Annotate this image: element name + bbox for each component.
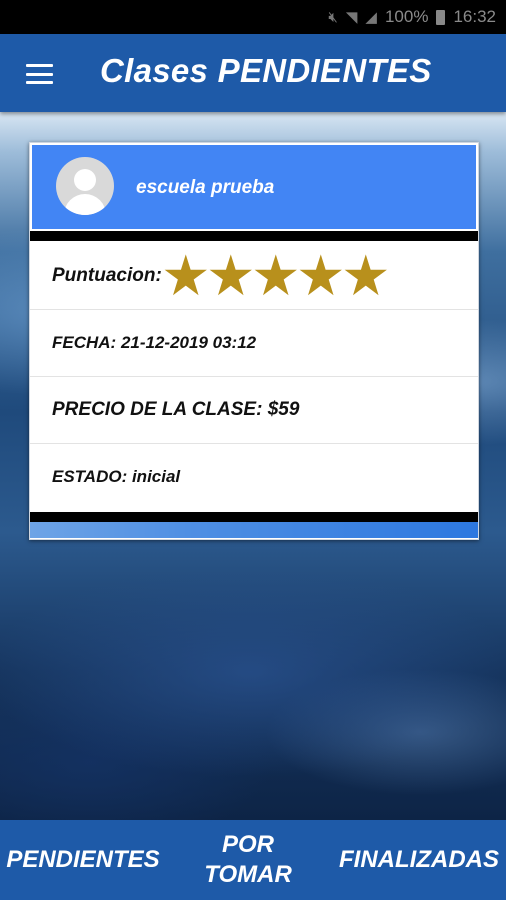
rating-label: Puntuacion: <box>52 264 162 286</box>
date-text: FECHA: 21-12-2019 03:12 <box>52 332 257 352</box>
status-row: ESTADO: inicial <box>30 443 478 510</box>
rating-stars <box>164 254 389 298</box>
page-title: Clases PENDIENTES <box>100 52 432 89</box>
status-bar: 🔇︎ ◥ ◢ 100% 16:32 <box>0 0 506 34</box>
status-text: ESTADO: inicial <box>52 466 181 486</box>
tab-finalizadas[interactable]: FINALIZADAS <box>332 820 506 900</box>
tab-pendientes-label: PENDIENTES <box>6 846 160 873</box>
rating-row: Puntuacion: <box>30 243 478 308</box>
hamburger-menu-icon[interactable] <box>26 64 53 84</box>
tab-finalizadas-label: FINALIZADAS <box>339 846 499 873</box>
star-icon <box>344 254 387 296</box>
school-name: escuela prueba <box>136 177 275 198</box>
card-header: escuela prueba <box>32 145 476 229</box>
card-divider-top <box>30 231 478 241</box>
class-card[interactable]: escuela prueba Puntuacion: FECHA: 21-12-… <box>29 142 479 540</box>
card-footer-bar <box>30 522 478 538</box>
clock: 16:32 <box>453 7 496 26</box>
mute-icon: 🔇︎ <box>328 8 338 26</box>
tab-por-tomar-label-line1: POR <box>221 831 274 858</box>
price-row: PRECIO DE LA CLASE: $59 <box>30 376 478 443</box>
battery-percent: 100% <box>384 7 429 26</box>
wifi-icon: ◥ <box>345 9 358 26</box>
tab-pendientes[interactable]: PENDIENTES <box>0 820 166 900</box>
app-bar: Clases PENDIENTES <box>0 34 506 112</box>
bottom-nav: PENDIENTES POR TOMAR FINALIZADAS <box>0 820 506 900</box>
price-text: PRECIO DE LA CLASE: $59 <box>52 398 300 420</box>
star-icon <box>299 254 342 296</box>
user-avatar-icon <box>56 157 114 215</box>
star-icon <box>254 254 297 296</box>
star-icon <box>164 254 207 296</box>
battery-icon <box>436 9 446 25</box>
date-row: FECHA: 21-12-2019 03:12 <box>30 309 478 376</box>
card-divider-bottom <box>30 512 478 522</box>
tab-por-tomar-label-line2: TOMAR <box>204 861 292 888</box>
signal-icon: ◢ <box>365 9 377 26</box>
star-icon <box>209 254 252 296</box>
tab-por-tomar[interactable]: POR TOMAR <box>196 820 300 900</box>
